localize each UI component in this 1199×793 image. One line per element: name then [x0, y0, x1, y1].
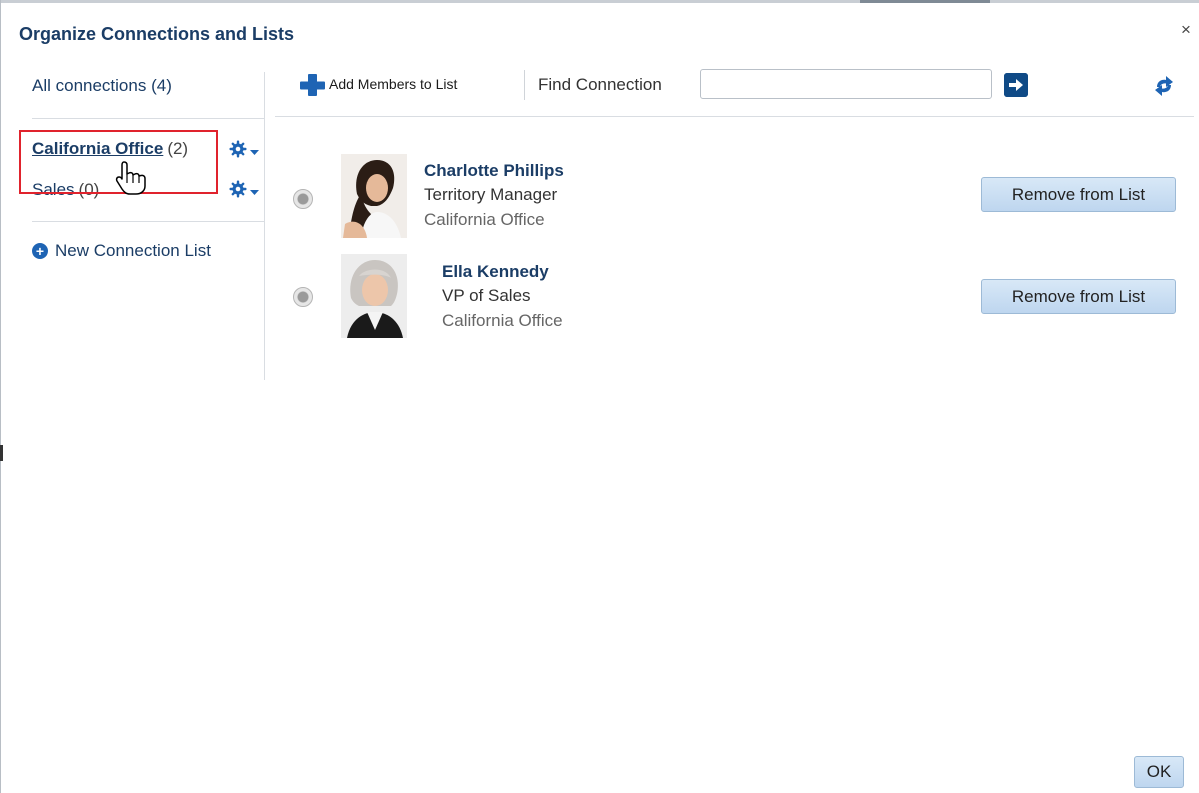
new-connection-list-link[interactable]: + New Connection List: [32, 241, 211, 261]
gear-icon[interactable]: [229, 179, 263, 199]
member-photo: [341, 254, 407, 338]
gear-icon[interactable]: [229, 139, 263, 159]
window-top-border: [0, 0, 1199, 3]
add-members-button[interactable]: Add Members to List: [298, 72, 457, 96]
window-edge-mark: [0, 445, 3, 461]
member-name[interactable]: Ella Kennedy: [442, 262, 549, 282]
all-connections-label: All connections: [32, 76, 147, 95]
sidebar-divider: [32, 221, 264, 222]
all-connections-count: (4): [151, 76, 172, 95]
member-select-radio[interactable]: [293, 287, 313, 307]
chevron-down-icon: [250, 150, 259, 155]
dialog-title: Organize Connections and Lists: [19, 24, 295, 44]
plus-circle-icon: +: [32, 243, 48, 259]
arrow-right-icon[interactable]: [1004, 73, 1028, 97]
plus-icon: [300, 74, 325, 96]
remove-from-list-button[interactable]: Remove from List: [981, 279, 1176, 314]
refresh-icon[interactable]: [1151, 73, 1177, 99]
close-icon[interactable]: ×: [1181, 20, 1191, 40]
all-connections-link[interactable]: All connections (4): [32, 76, 172, 96]
member-title: Territory Manager: [424, 185, 558, 204]
toolbar-separator: [524, 70, 525, 100]
window-left-border: [0, 0, 1, 793]
find-connection-input[interactable]: [700, 69, 992, 99]
find-connection-label: Find Connection: [538, 75, 662, 94]
add-members-label: Add Members to List: [329, 76, 458, 92]
remove-from-list-button[interactable]: Remove from List: [981, 177, 1176, 212]
ok-button[interactable]: OK: [1134, 756, 1184, 788]
window-top-accent: [860, 0, 990, 3]
toolbar-divider: [275, 116, 1194, 117]
member-title: VP of Sales: [442, 286, 531, 305]
member-photo: [341, 154, 407, 238]
chevron-down-icon: [250, 190, 259, 195]
new-connection-list-label: New Connection List: [55, 241, 211, 260]
member-name[interactable]: Charlotte Phillips: [424, 161, 564, 181]
hand-cursor-icon: [115, 161, 146, 195]
member-select-radio[interactable]: [293, 189, 313, 209]
pane-divider: [264, 72, 265, 380]
member-location: California Office: [424, 210, 545, 229]
sidebar-divider: [32, 118, 264, 119]
member-location: California Office: [442, 311, 563, 330]
